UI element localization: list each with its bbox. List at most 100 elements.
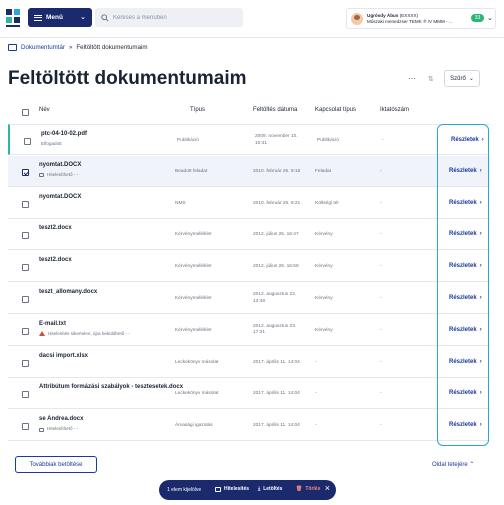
- chevron-right-icon: ›: [479, 422, 482, 429]
- row-checkbox[interactable]: [22, 296, 29, 303]
- details-link[interactable]: Részletek ›: [449, 231, 482, 237]
- upload-date: 2010. február 25. 9:18: [253, 169, 300, 176]
- row-checkbox[interactable]: [22, 168, 29, 176]
- user-menu[interactable]: Ugrósdy Ábus (EXXXX) Műszaki menedzser T…: [346, 8, 496, 29]
- relation-type: Kérvény: [315, 296, 333, 301]
- iktatoszam: -: [380, 423, 382, 429]
- document-name[interactable]: se Andrea.docx: [39, 416, 83, 422]
- document-name[interactable]: teszt_allomany.docx: [39, 289, 97, 295]
- trash-icon: 🗑: [296, 486, 303, 492]
- details-link[interactable]: Részletek ›: [451, 137, 484, 143]
- upload-date: 2012. július 26. 16:58: [253, 264, 299, 271]
- document-name[interactable]: teszt2.docx: [39, 257, 72, 263]
- table-row[interactable]: teszt2.docx Kérvénymelléklet 2012. július …: [8, 219, 490, 251]
- back-to-top-label: Oldal tetejére: [432, 462, 468, 468]
- table-row[interactable]: se Andrea.docx Hitelesíthető - - Árvasági …: [8, 410, 490, 442]
- details-label: Részletek: [449, 390, 477, 397]
- details-label: Részletek: [451, 137, 479, 143]
- folder-icon: [8, 44, 17, 51]
- details-label: Részletek: [449, 295, 477, 301]
- upload-date: 2012. augusztus 23. 17:31: [253, 324, 296, 337]
- document-name[interactable]: dacsi import.xlsx: [39, 353, 88, 359]
- document-type: Beadott feladat: [175, 168, 208, 174]
- table-row[interactable]: E-mail.txt Hitelesítés sikertelen, újra b…: [8, 315, 490, 346]
- menu-search[interactable]: [95, 8, 243, 27]
- column-iktatoszam[interactable]: Iktatószám: [380, 107, 409, 113]
- breadcrumb: Dokumentumtár » Feltöltött dokumentumaim: [8, 44, 148, 51]
- back-to-top-link[interactable]: Oldal tetejére ⌃: [432, 461, 474, 468]
- row-checkbox[interactable]: [22, 264, 29, 272]
- column-relation[interactable]: Kapcsolat típus: [315, 107, 356, 113]
- notification-badge[interactable]: 33: [471, 14, 484, 22]
- chevron-right-icon: ›: [479, 199, 482, 206]
- close-icon[interactable]: ×: [325, 483, 330, 493]
- chevron-down-icon: ⌄: [468, 76, 474, 82]
- load-more-button[interactable]: Továbbiak betöltése: [15, 456, 97, 473]
- sort-icon[interactable]: ⇅: [428, 75, 434, 83]
- filter-label: Szűrő: [450, 75, 466, 82]
- details-link[interactable]: Részletek ›: [449, 422, 482, 428]
- delete-button[interactable]: 🗑 Törlés: [296, 486, 320, 492]
- column-type[interactable]: Típus: [190, 107, 205, 113]
- app-logo-icon[interactable]: [6, 9, 22, 27]
- menu-label: Menü: [46, 14, 63, 21]
- upload-date-line1: 2012. július 26. 16:58: [253, 264, 299, 270]
- iktatoszam: -: [380, 391, 382, 397]
- search-input[interactable]: [113, 14, 233, 21]
- upload-date-line1: 2017. április 11. 14:04: [253, 423, 300, 429]
- breadcrumb-root-link[interactable]: Dokumentumtár: [21, 44, 65, 51]
- menu-button[interactable]: Menü ⌄: [28, 8, 92, 27]
- document-name[interactable]: teszt2.docx: [39, 225, 72, 231]
- details-label: Részletek: [449, 422, 477, 429]
- table-row[interactable]: nyomtat.DOCX Hitelesíthető - - Beadott fel…: [8, 155, 490, 187]
- authenticate-button[interactable]: Hitelesítés: [215, 486, 249, 492]
- table-row[interactable]: teszt_allomany.docx Kérvénymelléklet 2012.…: [8, 283, 490, 314]
- more-options-icon[interactable]: ···: [408, 74, 416, 83]
- document-type: Kérvénymelléklet: [175, 264, 212, 270]
- document-name[interactable]: E-mail.txt: [39, 321, 66, 327]
- row-checkbox[interactable]: [22, 423, 29, 431]
- row-checkbox[interactable]: [22, 200, 29, 208]
- table-row[interactable]: ptc-04-10-02.pdf Elfogadott Publikáció 2009…: [8, 124, 490, 155]
- authenticate-label: Hitelesítés: [224, 486, 250, 492]
- user-name: Ugrósdy Ábus: [367, 12, 399, 18]
- document-name[interactable]: ptc-04-10-02.pdf: [41, 131, 87, 137]
- download-button[interactable]: ⤓ Letöltés: [258, 486, 282, 492]
- chevron-right-icon: ›: [479, 231, 482, 238]
- top-bar: Menü ⌄ Ugrósdy Ábus (EXXXX) Műszaki mene…: [0, 0, 504, 38]
- column-date[interactable]: Feltöltés dátuma: [253, 107, 297, 113]
- download-icon: ⤓: [258, 486, 261, 492]
- chevron-right-icon: ›: [479, 358, 482, 365]
- document-status: Hitelesítés sikertelen, újra beküldhető …: [39, 330, 130, 336]
- chevron-down-icon: ⌄: [80, 14, 86, 21]
- row-checkbox[interactable]: [22, 327, 29, 335]
- upload-date-line1: 2010. február 25. 9:21: [253, 200, 301, 206]
- details-link[interactable]: Részletek ›: [449, 390, 482, 396]
- table-row[interactable]: Attribútum formázási szabályok - tesztes…: [8, 378, 490, 410]
- details-link[interactable]: Részletek ›: [449, 359, 482, 365]
- table-row[interactable]: dacsi import.xlsx Leckekönyv másolat 2017.…: [8, 347, 490, 378]
- document-name[interactable]: Attribútum formázási szabályok - tesztes…: [39, 384, 183, 390]
- details-link[interactable]: Részletek ›: [449, 168, 482, 174]
- row-checkbox[interactable]: [22, 391, 29, 399]
- filter-button[interactable]: Szűrő ⌄: [444, 70, 480, 87]
- column-name[interactable]: Név: [39, 107, 50, 113]
- details-link[interactable]: Részletek ›: [449, 263, 482, 269]
- details-link[interactable]: Részletek ›: [449, 327, 482, 333]
- delete-label: Törlés: [305, 486, 321, 492]
- row-checkbox[interactable]: [24, 138, 31, 145]
- table-row[interactable]: nyomtat.DOCX NMS 2010. február 25. 9:21 Köl…: [8, 188, 490, 219]
- chevron-down-icon: ⌄: [487, 15, 493, 22]
- table-row[interactable]: teszt2.docx Kérvénymelléklet 2012. július …: [8, 251, 490, 283]
- search-icon: [101, 13, 109, 22]
- row-checkbox[interactable]: [22, 232, 29, 240]
- select-all-checkbox[interactable]: [22, 109, 29, 116]
- upload-date-line1: 2017. április 11. 14:04: [253, 391, 300, 397]
- iktatoszam: -: [382, 138, 384, 143]
- row-checkbox[interactable]: [22, 359, 29, 367]
- details-link[interactable]: Részletek ›: [449, 200, 482, 206]
- document-name[interactable]: nyomtat.DOCX: [39, 162, 81, 168]
- document-name[interactable]: nyomtat.DOCX: [39, 194, 81, 200]
- details-link[interactable]: Részletek ›: [449, 295, 482, 301]
- details-label: Részletek: [449, 263, 477, 270]
